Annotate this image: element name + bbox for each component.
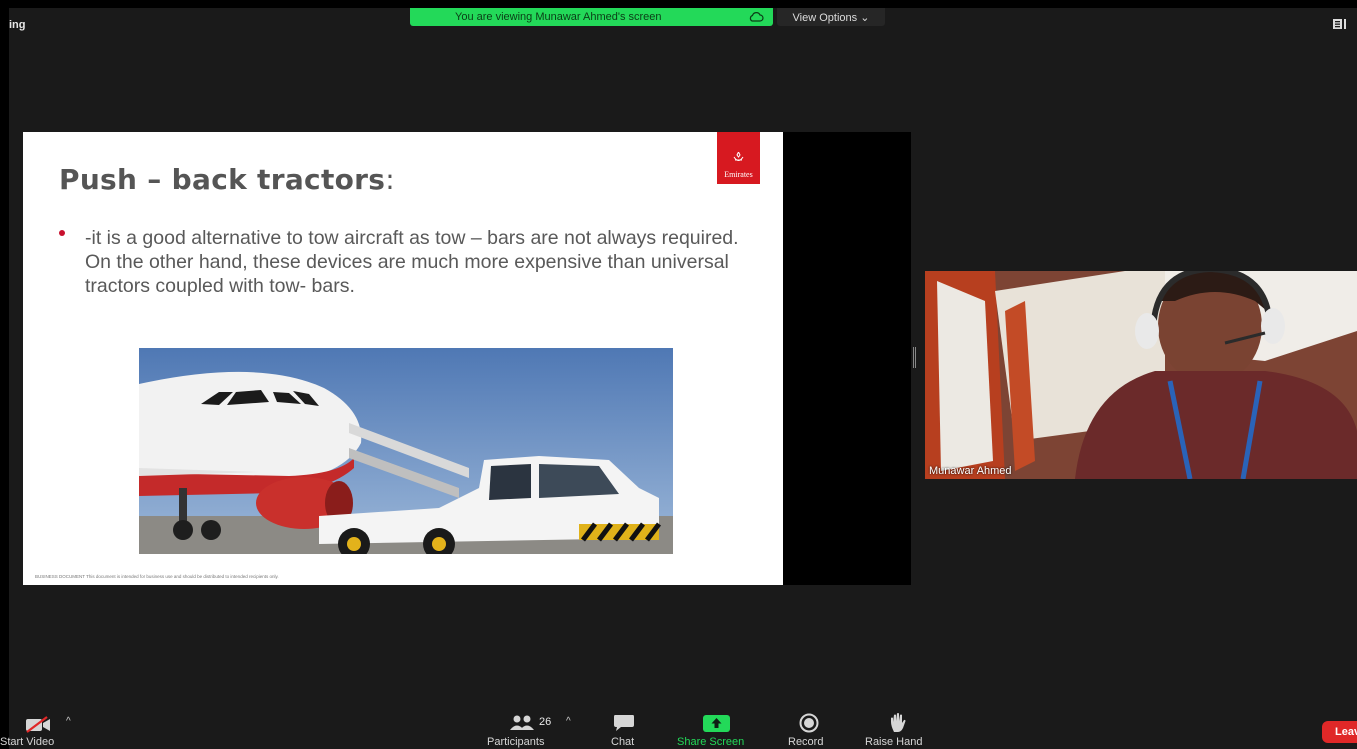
- emirates-crest-icon: [733, 152, 744, 161]
- video-muted-icon[interactable]: [25, 716, 51, 733]
- raise-hand-button[interactable]: Raise Hand: [865, 736, 922, 748]
- presentation-slide: Push – back tractors: Emirates -it is a …: [23, 132, 783, 585]
- participants-icon[interactable]: [509, 715, 535, 731]
- shared-screen[interactable]: Push – back tractors: Emirates -it is a …: [23, 132, 911, 585]
- screen-share-banner-text: You are viewing Munawar Ahmed's screen: [455, 11, 662, 23]
- record-icon[interactable]: [799, 713, 819, 733]
- participant-video[interactable]: [925, 271, 1357, 479]
- participants-button[interactable]: Participants: [487, 736, 544, 748]
- screen-share-banner: You are viewing Munawar Ahmed's screen: [410, 8, 773, 26]
- participants-options-caret[interactable]: ^: [566, 716, 571, 727]
- participant-name-label: Munawar Ahmed: [929, 465, 1012, 477]
- view-options-button[interactable]: View Options ⌄: [777, 8, 885, 26]
- slide-title-text: Push – back tractors: [59, 163, 386, 196]
- raise-hand-icon[interactable]: [889, 712, 907, 733]
- share-screen-icon[interactable]: [703, 715, 730, 732]
- layout-icon[interactable]: [1333, 19, 1347, 29]
- panel-resize-handle[interactable]: [913, 347, 916, 368]
- video-options-caret[interactable]: ^: [66, 716, 71, 727]
- record-button[interactable]: Record: [788, 736, 823, 748]
- emirates-wordmark: Emirates: [724, 170, 753, 179]
- chat-button[interactable]: Chat: [611, 736, 634, 748]
- cloud-icon[interactable]: [748, 11, 764, 23]
- share-screen-button[interactable]: Share Screen: [677, 736, 744, 748]
- meeting-title: ing: [9, 19, 26, 31]
- bullet-dot: [59, 230, 65, 236]
- participants-count: 26: [539, 716, 552, 728]
- emirates-logo: Emirates: [717, 132, 760, 184]
- slide-title-colon: :: [385, 163, 395, 196]
- chat-icon[interactable]: [613, 714, 635, 732]
- slide-title: Push – back tractors:: [59, 163, 395, 196]
- slide-footer: BUSINESS DOCUMENT This document is inten…: [35, 574, 279, 579]
- slide-bullet-text: -it is a good alternative to tow aircraf…: [85, 227, 739, 297]
- start-video-button[interactable]: Start Video: [0, 736, 54, 748]
- aircraft-tractor-photo: [139, 348, 673, 554]
- leave-button[interactable]: Leave: [1322, 721, 1357, 743]
